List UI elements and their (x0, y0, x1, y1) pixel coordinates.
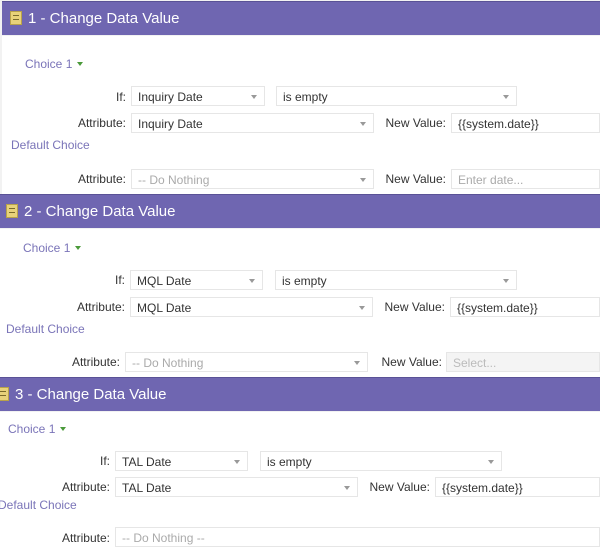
step-title: 1 - Change Data Value (28, 10, 180, 27)
if-operator-value: is empty (267, 455, 312, 469)
step-header[interactable]: 3 - Change Data Value (0, 377, 600, 411)
default-choice-link[interactable]: Default Choice (6, 322, 85, 336)
attribute-label: Attribute: (61, 480, 110, 494)
new-value-label: New Value: (384, 300, 445, 314)
dropdown-arrow-icon (503, 279, 509, 283)
flow-step-icon (0, 387, 9, 401)
choice-label: Choice 1 (8, 422, 56, 436)
new-value-text: {{system.date}} (442, 481, 523, 495)
default-new-value-label: New Value: (381, 355, 442, 369)
if-operator-select[interactable]: is empty (276, 86, 517, 106)
dropdown-arrow-icon (488, 460, 494, 464)
caret-down-icon (75, 246, 82, 250)
dropdown-arrow-icon (234, 460, 240, 464)
default-attribute-value: -- Do Nothing (138, 173, 210, 187)
default-attribute-value: -- Do Nothing (132, 356, 204, 370)
attribute-select[interactable]: TAL Date (115, 477, 358, 497)
default-attribute-label: Attribute: (77, 172, 126, 186)
if-operator-value: is empty (282, 274, 327, 288)
new-value-text: {{system.date}} (458, 117, 539, 131)
caret-down-icon (60, 427, 67, 431)
if-field-select[interactable]: TAL Date (115, 451, 248, 471)
dropdown-arrow-icon (360, 178, 366, 182)
if-label: If: (99, 454, 110, 468)
choice-1-link[interactable]: Choice 1 (25, 57, 84, 71)
dropdown-arrow-icon (360, 122, 366, 126)
default-new-value-placeholder: Enter date... (458, 173, 524, 187)
step-header[interactable]: 1 - Change Data Value (2, 1, 600, 35)
default-attribute-select[interactable]: -- Do Nothing (131, 169, 374, 189)
step-title: 2 - Change Data Value (24, 203, 176, 220)
attribute-select[interactable]: Inquiry Date (131, 113, 374, 133)
attribute-label: Attribute: (76, 300, 125, 314)
if-operator-select[interactable]: is empty (275, 270, 517, 290)
caret-down-icon (77, 62, 84, 66)
default-new-value-select[interactable]: Select... (446, 352, 600, 372)
default-choice-link[interactable]: Default Choice (11, 138, 90, 152)
flow-step-icon (10, 11, 22, 25)
new-value-input[interactable]: {{system.date}} (435, 477, 600, 497)
if-label: If: (114, 273, 125, 287)
new-value-input[interactable]: {{system.date}} (451, 113, 600, 133)
dropdown-arrow-icon (249, 279, 255, 283)
flow-step-icon (6, 204, 18, 218)
default-new-value-label: New Value: (385, 172, 446, 186)
choice-label: Choice 1 (25, 57, 73, 71)
dropdown-arrow-icon (359, 306, 365, 310)
if-field-select[interactable]: MQL Date (130, 270, 263, 290)
step-header[interactable]: 2 - Change Data Value (0, 194, 600, 228)
default-attribute-label: Attribute: (61, 531, 110, 545)
default-attribute-select[interactable]: -- Do Nothing -- (115, 527, 600, 547)
step-title: 3 - Change Data Value (15, 386, 167, 403)
default-new-value-input[interactable]: Enter date... (451, 169, 600, 189)
if-field-value: TAL Date (122, 455, 172, 469)
dropdown-arrow-icon (503, 95, 509, 99)
attribute-value: TAL Date (122, 481, 172, 495)
new-value-label: New Value: (385, 116, 446, 130)
choice-label: Choice 1 (23, 241, 71, 255)
choice-1-link[interactable]: Choice 1 (8, 422, 67, 436)
new-value-text: {{system.date}} (457, 301, 538, 315)
default-attribute-value: -- Do Nothing -- (122, 531, 205, 545)
dropdown-arrow-icon (251, 95, 257, 99)
attribute-label: Attribute: (77, 116, 126, 130)
default-attribute-label: Attribute: (71, 355, 120, 369)
if-operator-value: is empty (283, 90, 328, 104)
attribute-select[interactable]: MQL Date (130, 297, 373, 317)
default-attribute-select[interactable]: -- Do Nothing (125, 352, 368, 372)
new-value-label: New Value: (369, 480, 430, 494)
attribute-value: Inquiry Date (138, 117, 203, 131)
if-operator-select[interactable]: is empty (260, 451, 502, 471)
new-value-input[interactable]: {{system.date}} (450, 297, 600, 317)
choice-1-link[interactable]: Choice 1 (23, 241, 82, 255)
if-label: If: (115, 90, 126, 104)
if-field-value: Inquiry Date (138, 90, 203, 104)
attribute-value: MQL Date (137, 301, 192, 315)
dropdown-arrow-icon (344, 486, 350, 490)
if-field-value: MQL Date (137, 274, 192, 288)
if-field-select[interactable]: Inquiry Date (131, 86, 265, 106)
default-choice-link[interactable]: Default Choice (0, 498, 77, 512)
dropdown-arrow-icon (354, 361, 360, 365)
default-new-value-placeholder: Select... (453, 356, 497, 370)
